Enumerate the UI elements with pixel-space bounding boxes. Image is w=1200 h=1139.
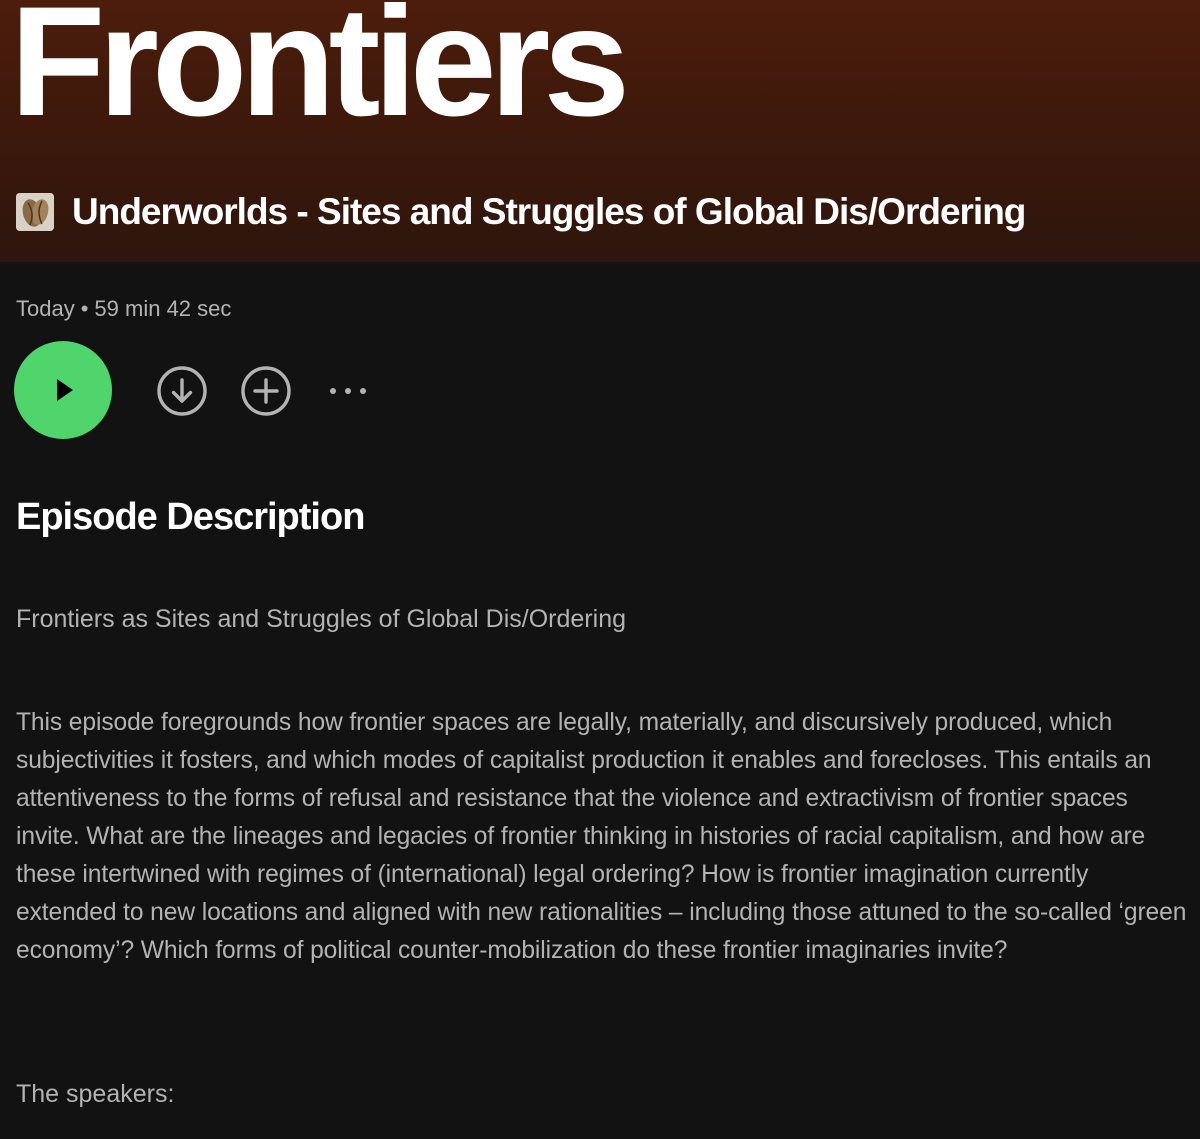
- add-to-library-button[interactable]: [240, 365, 292, 417]
- episode-header: Frontiers Underworlds - Sites and Strugg…: [0, 0, 1200, 262]
- episode-meta: Today • 59 min 42 sec: [16, 296, 231, 322]
- show-name[interactable]: Underworlds - Sites and Struggles of Glo…: [72, 191, 1026, 233]
- more-options-button[interactable]: [326, 365, 376, 417]
- episode-controls: [14, 341, 514, 439]
- play-button[interactable]: [14, 341, 112, 439]
- description-subtitle: Frontiers as Sites and Struggles of Glob…: [16, 605, 626, 633]
- download-circle-icon: [157, 366, 207, 416]
- episode-date: Today: [16, 296, 75, 321]
- description-body: This episode foregrounds how frontier sp…: [16, 709, 1187, 964]
- download-button[interactable]: [156, 365, 208, 417]
- meta-separator: •: [80, 296, 89, 321]
- show-link[interactable]: Underworlds - Sites and Struggles of Glo…: [16, 189, 1026, 235]
- show-cover-art[interactable]: [16, 193, 54, 231]
- speakers-label: The speakers:: [16, 1080, 175, 1108]
- episode-description-heading: Episode Description: [16, 496, 365, 538]
- more-horizontal-icon: [330, 388, 366, 394]
- play-icon: [57, 379, 73, 401]
- episode-duration: 59 min 42 sec: [94, 296, 232, 321]
- plus-circle-icon: [241, 366, 291, 416]
- episode-title: Frontiers: [10, 0, 630, 149]
